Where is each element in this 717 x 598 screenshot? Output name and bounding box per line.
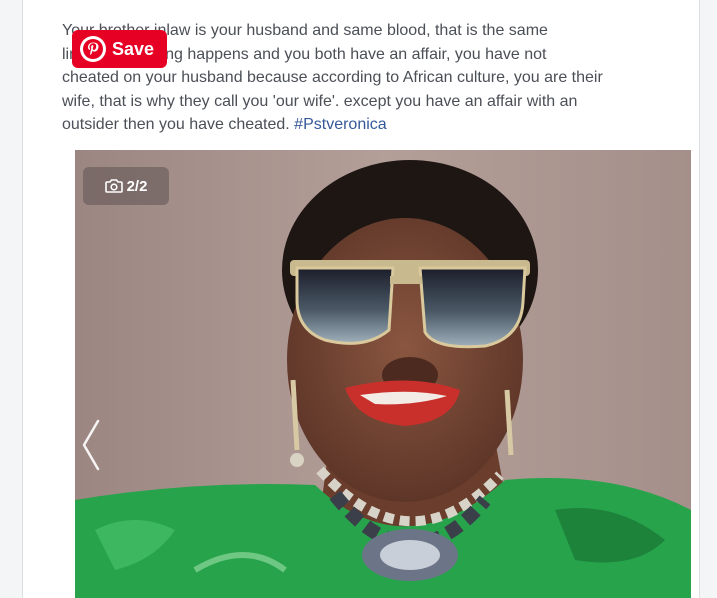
- camera-icon: [104, 179, 123, 193]
- pinterest-icon: [80, 36, 106, 62]
- previous-photo-button[interactable]: [81, 418, 105, 472]
- post-card: Your brother inlaw is your husband and s…: [22, 0, 700, 598]
- save-label: Save: [112, 38, 155, 59]
- post-text-line-4: wife, that is why they call you 'our wif…: [62, 92, 578, 110]
- post-photo[interactable]: 2/2: [75, 150, 691, 598]
- photo-counter: 2/2: [83, 167, 169, 205]
- post-text-line-5: outsider then you have cheated.: [62, 116, 295, 133]
- pinterest-save-button[interactable]: Save: [72, 30, 167, 68]
- chevron-left-icon: [82, 419, 100, 471]
- hashtag-link[interactable]: #Pstveronica: [294, 116, 387, 133]
- post-text-line-3: cheated on your husband because accordin…: [62, 69, 603, 86]
- photo-counter-text: 2/2: [126, 177, 148, 195]
- woman-photo: [75, 150, 691, 598]
